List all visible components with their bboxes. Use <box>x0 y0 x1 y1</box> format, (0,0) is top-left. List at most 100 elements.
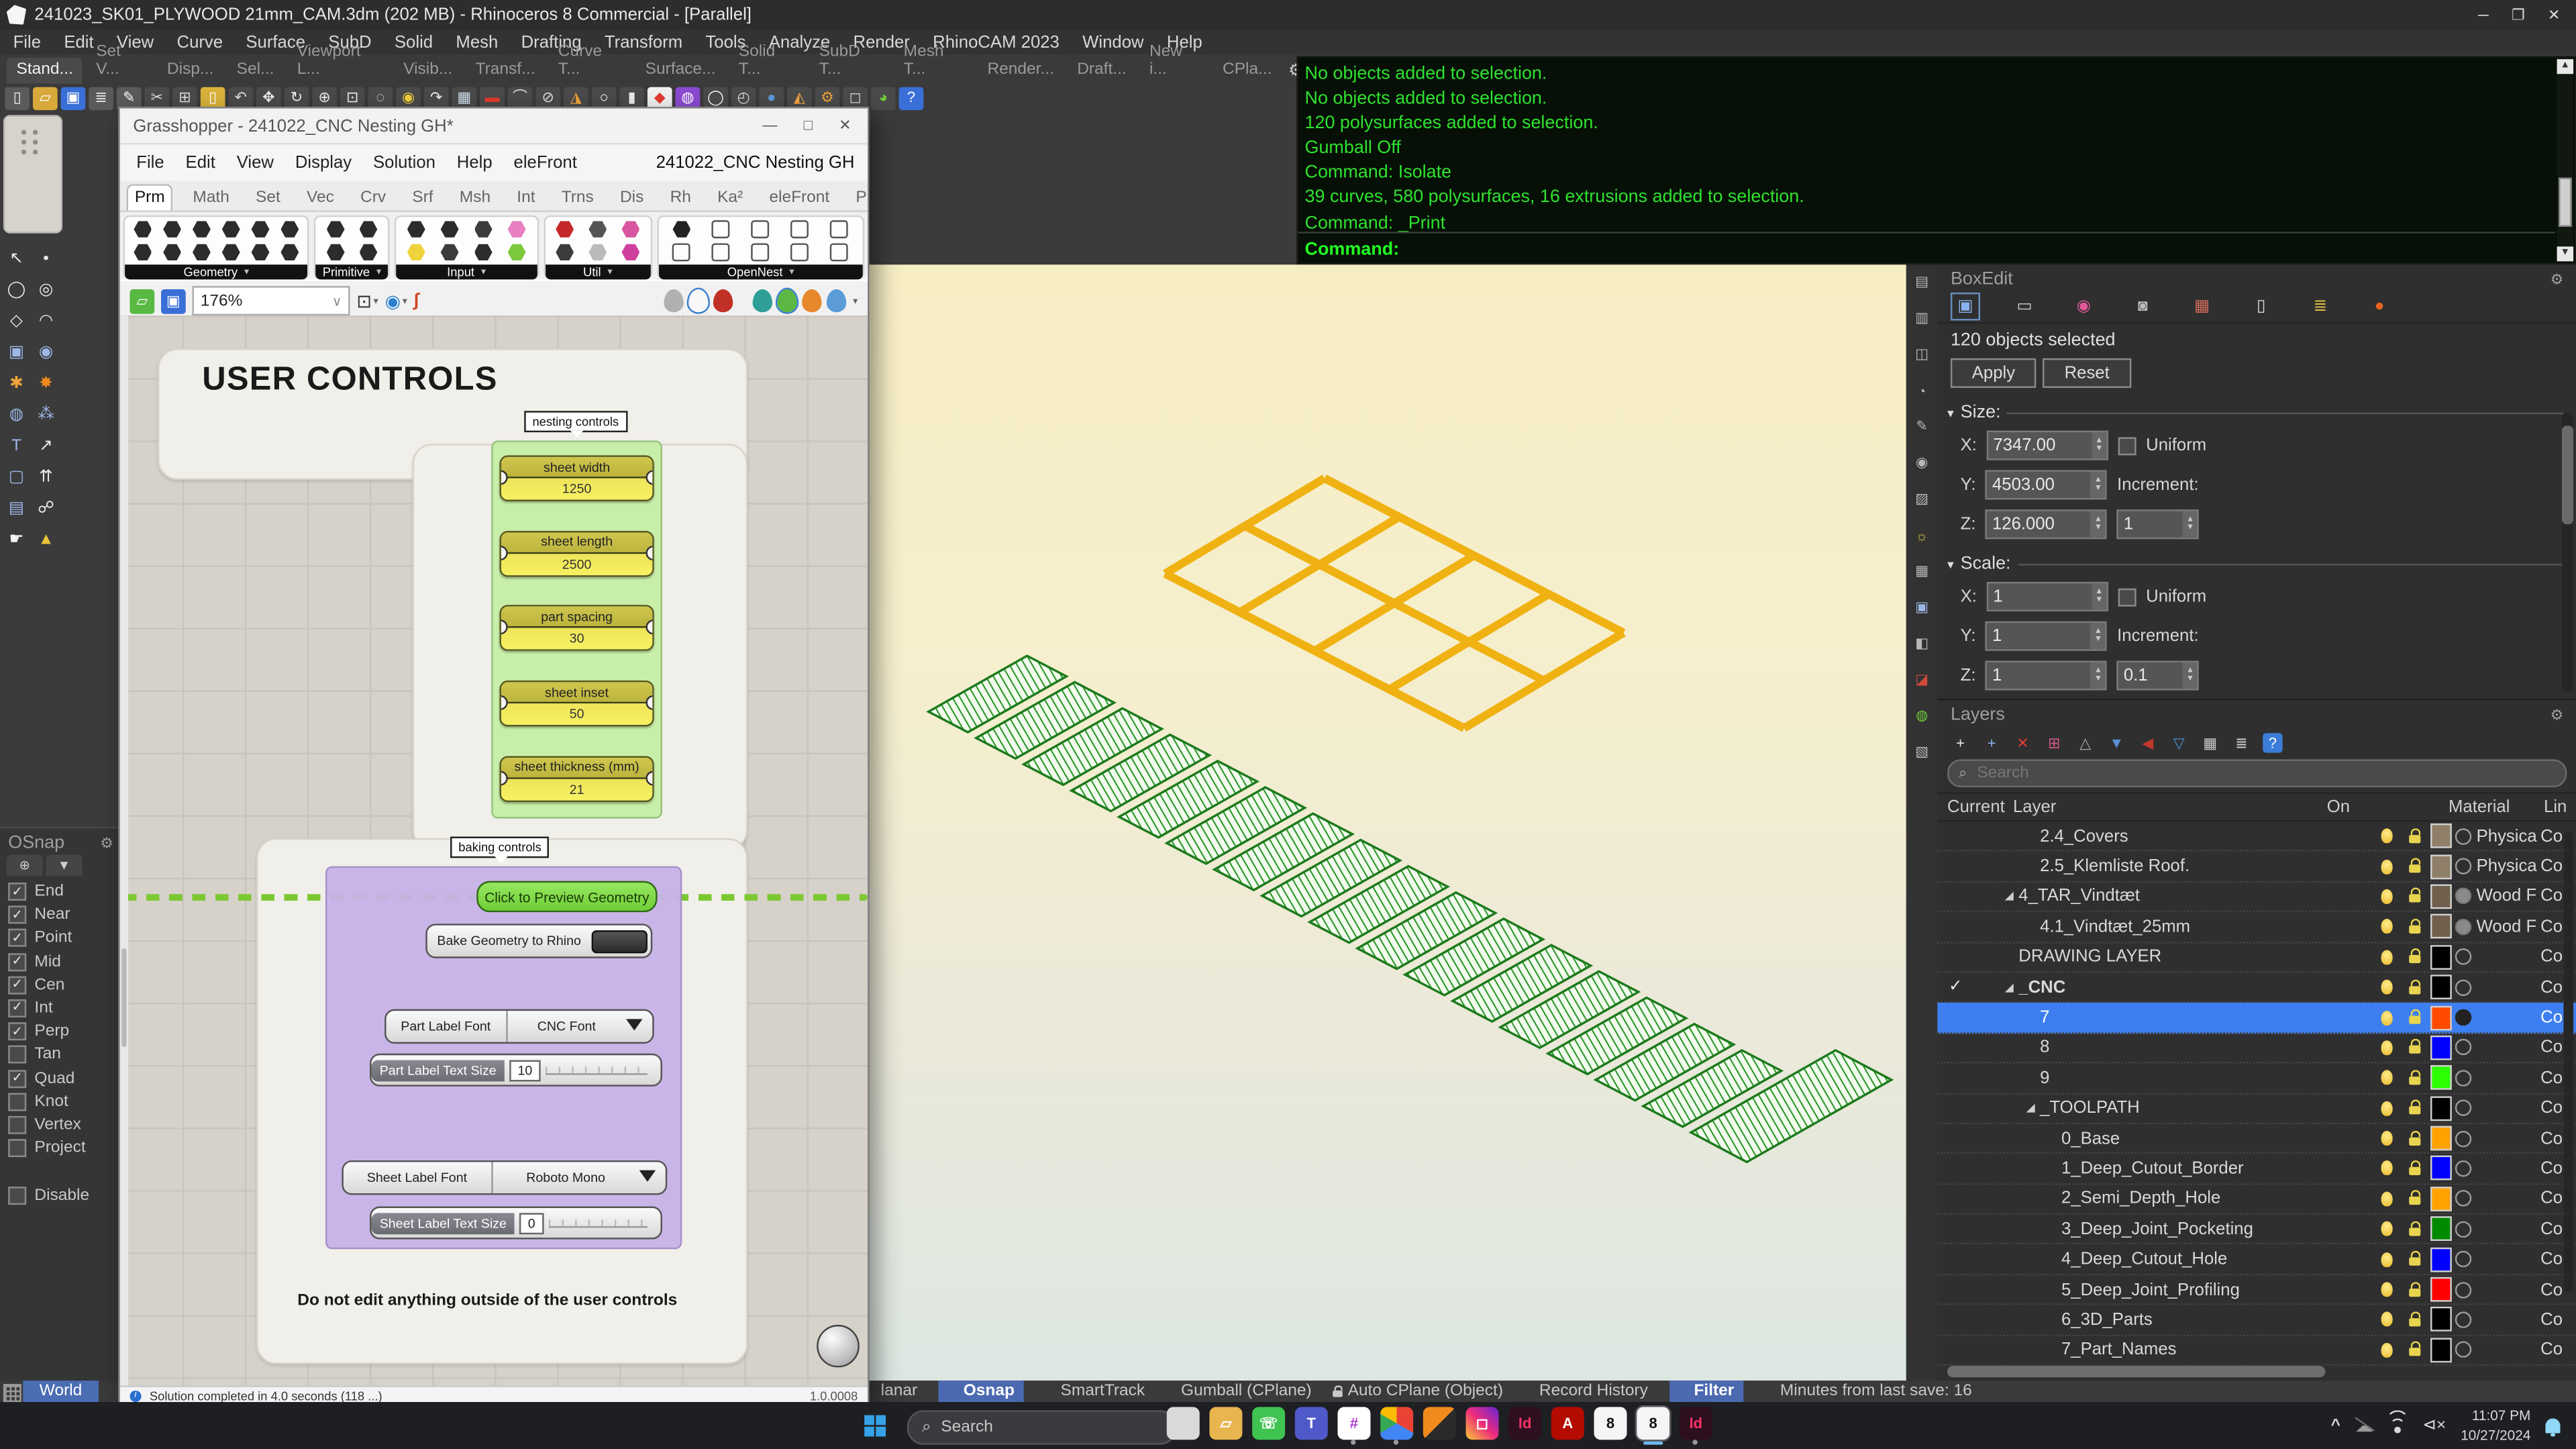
layer-color-swatch[interactable] <box>2430 854 2452 879</box>
material-icon[interactable] <box>2455 889 2471 905</box>
slider-value[interactable]: 1250 <box>501 479 652 500</box>
scroll-up-icon[interactable]: ▲ <box>2557 59 2573 74</box>
layer-lock-icon[interactable] <box>2408 1107 2420 1115</box>
gh-category-tab[interactable]: Vec <box>300 186 340 211</box>
toolbar-tab[interactable]: Sel... <box>227 58 284 84</box>
gh-category-tab[interactable]: Set <box>249 186 287 211</box>
boxedit-gear-icon[interactable]: ⚙ <box>2551 270 2564 289</box>
color-wheel-icon[interactable]: ◍ <box>676 87 701 109</box>
display-panel-tab-icon[interactable]: ▭ <box>2013 296 2036 317</box>
layer-on-bulb-icon[interactable] <box>2380 1191 2391 1206</box>
gh-component-icon[interactable] <box>588 220 607 238</box>
osnap-disable-checkbox[interactable]: Disable <box>8 1187 121 1205</box>
close-button[interactable]: ✕ <box>2548 6 2560 24</box>
gh-component-icon[interactable] <box>622 220 640 238</box>
new-sublayer-icon[interactable]: + <box>1981 733 2001 752</box>
file-explorer-icon[interactable]: ▱ <box>1209 1407 1242 1440</box>
gh-component-icon[interactable] <box>508 243 526 261</box>
gh-close-button[interactable]: ✕ <box>839 117 851 135</box>
gh-display-gem-icon[interactable] <box>753 289 772 312</box>
select-arrow-icon[interactable]: ↖ <box>3 246 30 272</box>
material-icon[interactable] <box>2455 979 2471 995</box>
web-tab-icon[interactable]: ◍ <box>1911 705 1933 727</box>
gh-component-icon[interactable] <box>327 243 345 261</box>
gh-component-icon[interactable] <box>474 243 493 261</box>
osnap-checkbox-item[interactable]: ✓ Near <box>8 906 121 924</box>
adobe-cc-icon[interactable] <box>1423 1407 1456 1440</box>
layer-row[interactable]: ✓ ◢ 4_Deep_Cutout_Hole Co <box>1937 1245 2576 1275</box>
gh-number-slider[interactable]: sheet thickness (mm) 21 <box>499 755 654 801</box>
material-icon[interactable] <box>2455 858 2471 875</box>
delete-layer-icon[interactable]: ✕ <box>2013 733 2032 752</box>
layer-grid-icon[interactable] <box>3 1384 21 1402</box>
layer-row[interactable]: ✓ ◢ 0_Base Co <box>1937 1124 2576 1154</box>
maximize-button[interactable]: ❐ <box>2512 6 2525 24</box>
gh-component-icon[interactable] <box>193 220 211 238</box>
toolbar-tab[interactable]: CPla... <box>1213 58 1282 84</box>
surface-icon[interactable]: ▤ <box>3 495 30 521</box>
gh-menu-item[interactable]: Solution <box>373 153 435 172</box>
gh-component-icon[interactable] <box>752 243 770 261</box>
measure-icon[interactable]: ⌒ <box>508 87 533 109</box>
checkbox[interactable]: ✓ <box>8 883 26 901</box>
slider-track[interactable] <box>546 1066 648 1074</box>
gh-component-icon[interactable] <box>588 243 607 261</box>
gh-category-tab[interactable]: Crv <box>354 186 393 211</box>
zoom-icon[interactable]: ⊕ <box>312 87 337 109</box>
layer-lock-icon[interactable] <box>2408 864 2420 872</box>
scale-uniform-checkbox[interactable] <box>2118 588 2136 606</box>
gh-component-icon[interactable] <box>622 243 640 261</box>
layer-lock-icon[interactable] <box>2408 925 2420 933</box>
toolbar-tab[interactable]: New i... <box>1139 40 1209 84</box>
filter-icon[interactable]: ▽ <box>2169 733 2189 752</box>
gh-component-icon[interactable] <box>791 220 809 238</box>
size-increment-input[interactable]: ▲▼ <box>2117 509 2199 539</box>
acrobat-icon[interactable]: A <box>1551 1407 1584 1440</box>
material-icon[interactable] <box>2455 1009 2471 1026</box>
gh-wire-display-icon[interactable]: ∫ <box>414 291 419 310</box>
gh-component-icon[interactable] <box>252 243 270 261</box>
layer-color-swatch[interactable] <box>2430 1338 2452 1362</box>
move-icon[interactable]: ↗ <box>33 433 59 459</box>
baking-controls-tag[interactable]: baking controls <box>450 837 550 858</box>
gh-nav-ball[interactable] <box>817 1325 860 1368</box>
zoom-selected-icon[interactable]: ◌ <box>368 87 393 109</box>
gh-menu-item[interactable]: Display <box>295 153 352 172</box>
zoom-extents-icon[interactable]: ◉ <box>396 87 421 109</box>
save-icon[interactable]: ▣ <box>61 87 86 109</box>
text-icon[interactable]: T <box>3 433 30 459</box>
layers-search[interactable]: ⌕ <box>1947 759 2567 787</box>
green-nested-parts[interactable] <box>929 656 1892 1162</box>
layer-lock-icon[interactable] <box>2408 834 2420 842</box>
toolbar-tab[interactable]: Disp... <box>157 58 223 84</box>
materials-panel-tab-icon[interactable]: ▦ <box>2190 296 2213 317</box>
scale-z-input[interactable]: ▲▼ <box>1986 660 2107 690</box>
gh-display-gem-icon[interactable] <box>827 289 846 312</box>
extrude-icon[interactable]: ⇈ <box>33 464 59 491</box>
status-bar-item[interactable]: lanar <box>866 1381 918 1402</box>
status-bar-item[interactable]: Minutes from last save: 16 <box>1765 1381 1972 1402</box>
cplane-indicator[interactable]: World <box>23 1381 98 1402</box>
layer-row[interactable]: ✓ ◢ 5_Deep_Joint_Profiling Co <box>1937 1275 2576 1305</box>
layer-color-swatch[interactable] <box>2430 1247 2452 1272</box>
gh-component-icon[interactable] <box>163 243 181 261</box>
osnap-checkbox-item[interactable]: ✓ Quad <box>8 1069 121 1087</box>
expand-arrow-icon[interactable]: ◢ <box>2026 1101 2035 1115</box>
layer-on-bulb-icon[interactable] <box>2380 1252 2391 1266</box>
toolbar-tab[interactable]: Stand... <box>7 58 83 84</box>
gh-component-icon[interactable] <box>252 220 270 238</box>
slider-value[interactable]: 21 <box>501 779 652 800</box>
material-icon[interactable] <box>2455 1311 2471 1328</box>
osnap-checkbox-item[interactable]: ✓ Int <box>8 999 121 1017</box>
gh-menu-item[interactable]: Help <box>457 153 493 172</box>
gh-open-icon[interactable]: ▱ <box>130 289 154 313</box>
slider-track[interactable] <box>548 1219 648 1227</box>
print-icon[interactable]: ≣ <box>89 87 113 109</box>
hide-icon[interactable]: ⊘ <box>535 87 560 109</box>
move-down-icon[interactable]: ▼ <box>2107 733 2126 752</box>
scale-x-input[interactable]: ▲▼ <box>1987 582 2108 611</box>
solid-icon[interactable]: ▢ <box>3 464 30 491</box>
checker-cone-icon[interactable]: ◆ <box>648 87 672 109</box>
checkbox[interactable]: ✓ <box>8 976 26 994</box>
layer-lock-icon[interactable] <box>2408 1046 2420 1054</box>
